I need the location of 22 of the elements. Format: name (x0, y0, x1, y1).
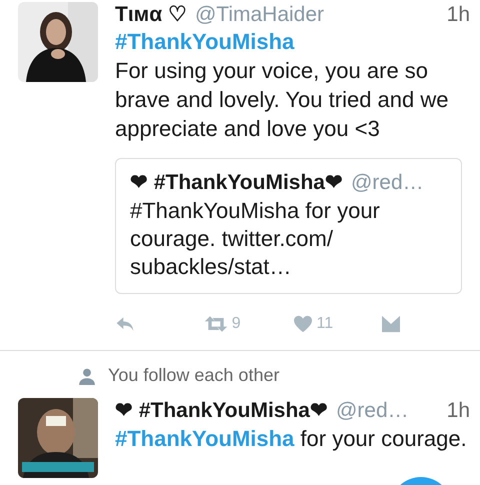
tweet-text: #ThankYouMisha for your courage. (115, 425, 468, 453)
heart-icon[interactable] (292, 315, 312, 333)
hashtag-link[interactable]: #ThankYouMisha (115, 28, 470, 56)
retweet-icon[interactable] (204, 315, 228, 333)
timestamp: 1h (446, 2, 470, 28)
envelope-icon[interactable] (381, 315, 402, 333)
username: @TimaHaider (194, 2, 324, 28)
username: @red… (336, 398, 409, 424)
person-icon (78, 366, 96, 384)
quoted-tweet-card[interactable]: ❤ #ThankYouMisha❤ @red… #ThankYouMisha for your courage. twitter.com/ subackles/stat… (115, 158, 462, 294)
username: @red… (350, 170, 424, 196)
context-label: You follow each other (108, 365, 280, 386)
timestamp: 1h (446, 398, 470, 424)
display-name: Tιмα ♡ (115, 2, 187, 28)
display-name: ❤ #ThankYouMisha❤ (115, 398, 328, 424)
display-name: ❤ #ThankYouMisha❤ (130, 170, 343, 196)
action-count: 11 (316, 315, 334, 333)
quoted-tweet-text: #ThankYouMisha for your courage. twitter.com/ subackles/stat… (130, 197, 381, 281)
reply-icon[interactable] (115, 315, 135, 333)
hashtag-link[interactable]: #ThankYouMisha (115, 426, 294, 451)
action-count: 9 (232, 315, 241, 333)
tweet-text: For using your voice, you are so brave and lovely. You tried and we appreciate and love you <3 (115, 57, 450, 143)
